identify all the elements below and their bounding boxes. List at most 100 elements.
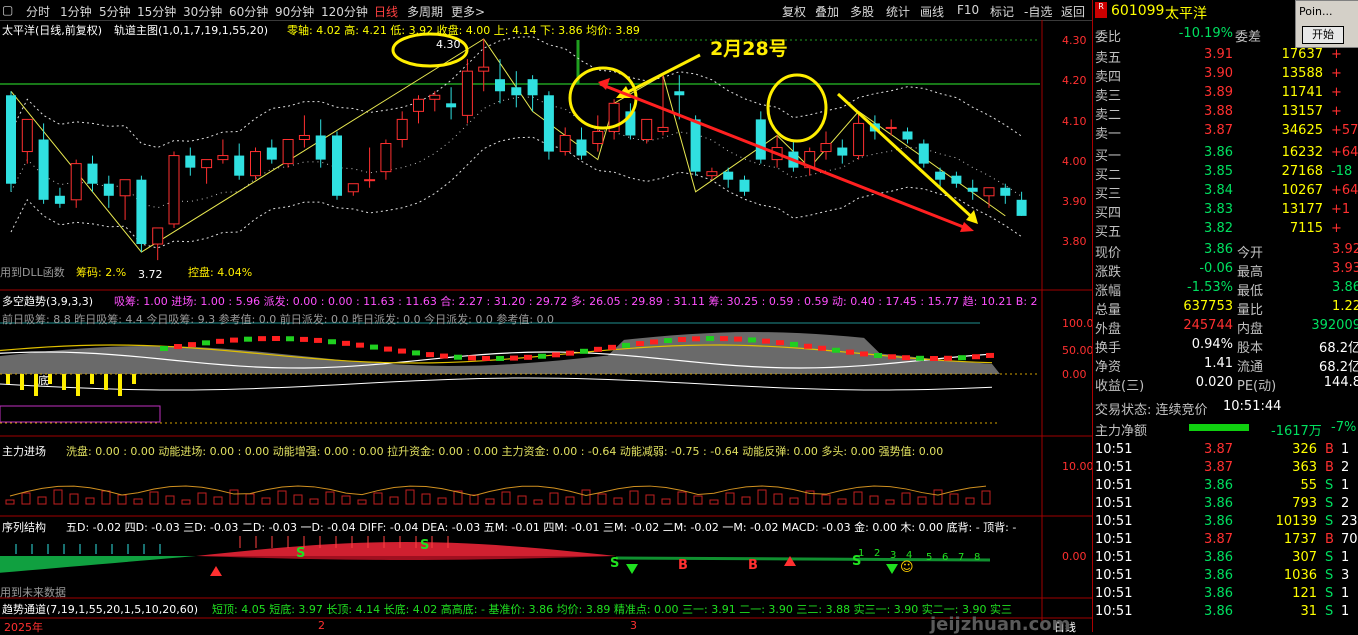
period-30min[interactable]: 30分钟 (183, 3, 222, 20)
back-button[interactable]: 返回 (1061, 3, 1085, 20)
candle-body (185, 155, 196, 168)
stat-value2: 68.2亿 (1319, 341, 1358, 356)
candle-body (723, 171, 734, 180)
trend-block (888, 354, 896, 360)
signal-b-1: B (678, 558, 688, 573)
fuquan-button[interactable]: 复权 (782, 3, 806, 20)
period-daily[interactable]: 日线 (374, 3, 398, 20)
ask-volume: 13588 (1281, 66, 1323, 81)
stat-key: 净资 (1095, 360, 1122, 375)
p3-bar (373, 492, 383, 505)
f10-button[interactable]: F10 (957, 3, 979, 17)
ask-price: 3.88 (1204, 104, 1233, 119)
bid-change: +64 (1331, 145, 1358, 160)
net-flow-row: 主力净额 -1617万 -7% (1095, 420, 1357, 439)
trend-block (258, 336, 266, 342)
quote-panel: R 601099 太平洋 委比 -10.19% 委差 交易状态: 连续竞价 10… (1092, 0, 1358, 632)
bid-price: 3.84 (1204, 183, 1233, 198)
tick-price: 3.86 (1204, 478, 1233, 493)
p3-bar (85, 497, 95, 505)
count-2: 2 (874, 548, 881, 559)
recent-circle (766, 73, 828, 143)
sequence-structure-panel (0, 536, 991, 576)
up-arrow-1 (210, 566, 222, 576)
point-popup: Poin... 开始 (1295, 0, 1358, 48)
candle-body (1016, 199, 1027, 216)
candle-body (527, 79, 538, 96)
panel3-title[interactable]: 主力进场 (2, 443, 46, 459)
stat-value2: 3.93 (1332, 261, 1358, 276)
ask-price: 3.89 (1204, 85, 1233, 100)
tick-count: 1 (1341, 550, 1350, 565)
trend-block (748, 337, 756, 343)
bid-row: 买五 3.82 7115 + (1095, 221, 1357, 240)
tick-price: 3.87 (1204, 442, 1233, 457)
period-more[interactable]: 更多> (451, 3, 485, 20)
trend-block (342, 340, 350, 346)
stat-row: 净资 1.41 流通 68.2亿 (1095, 356, 1358, 375)
trend-block (202, 340, 210, 346)
panel2-title[interactable]: 多空趋势(3,9,3,3) (2, 293, 93, 309)
period-90min[interactable]: 90分钟 (275, 3, 314, 20)
bid-change: +1 (1331, 202, 1351, 217)
trend-block (216, 338, 224, 344)
tick-side: B (1325, 442, 1334, 457)
period-60min[interactable]: 60分钟 (229, 3, 268, 20)
p3-bar (965, 497, 975, 505)
stat-key2: 流通 (1237, 360, 1264, 375)
period-5min[interactable]: 5分钟 (99, 3, 131, 20)
multi-stock-button[interactable]: 多股 (850, 3, 874, 20)
indicator-name[interactable]: 轨道主图(1,0,1,7,19,1,55,20) (114, 22, 268, 38)
period-15min[interactable]: 15分钟 (137, 3, 176, 20)
candle-body (446, 103, 457, 108)
trend-block (692, 336, 700, 342)
draw-button[interactable]: 画线 (920, 3, 944, 20)
start-button[interactable]: 开始 (1302, 26, 1344, 44)
p3-bar (309, 498, 319, 505)
panel5-title[interactable]: 趋势通道(7,19,1,55,20,1,5,10,20,60) (2, 601, 198, 617)
candle-body (902, 131, 913, 140)
overlay-button[interactable]: 叠加 (815, 3, 839, 20)
p3-bar (277, 490, 287, 505)
toolbar-square-icon[interactable]: ▢ (2, 3, 13, 17)
chart-area[interactable]: 太平洋(日线,前复权) 轨道主图(1,0,1,7,19,1,55,20) 零轴:… (0, 20, 1094, 635)
panel4-title[interactable]: 序列结构 (2, 519, 46, 535)
candle-body (559, 134, 571, 153)
candle-body (168, 155, 180, 225)
tick-side: S (1325, 604, 1334, 619)
period-fenshi[interactable]: 分时 (26, 3, 50, 20)
period-120min[interactable]: 120分钟 (321, 3, 368, 20)
trend-block (244, 336, 252, 342)
stat-value: -0.06 (1199, 261, 1233, 276)
ask-level: 卖二 (1095, 108, 1122, 123)
tick-count: 1 (1341, 604, 1350, 619)
candle-body (592, 130, 604, 145)
p2-bar (118, 374, 122, 396)
ask-level: 卖五 (1095, 51, 1122, 66)
bid-volume: 16232 (1281, 145, 1323, 160)
p3-line (9, 485, 987, 497)
p3-bar (197, 492, 207, 505)
tick-row: 10:51 3.87 363 B 2 (1095, 460, 1357, 478)
candle-body (706, 171, 718, 177)
p3-bar (357, 499, 367, 505)
stat-key2: PE(动) (1237, 379, 1277, 394)
period-multi[interactable]: 多周期 (407, 3, 443, 20)
period-1min[interactable]: 1分钟 (60, 3, 92, 20)
bid-volume: 27168 (1281, 164, 1323, 179)
trend-block (860, 351, 868, 357)
ask-change: + (1331, 66, 1342, 81)
bid-level: 买五 (1095, 225, 1122, 240)
trend-block (916, 355, 924, 361)
trend-block (622, 342, 630, 348)
panel5-values: 短顶: 4.05 短底: 3.97 长顶: 4.14 长底: 4.02 高高底:… (212, 603, 1012, 616)
stats-button[interactable]: 统计 (886, 3, 910, 20)
mark-button[interactable]: 标记 (990, 3, 1014, 20)
tick-price: 3.87 (1204, 460, 1233, 475)
stat-value2: 144.8 (1323, 375, 1358, 390)
add-favorite-button[interactable]: -自选 (1024, 3, 1052, 20)
trend-block (314, 337, 322, 343)
signal-s-3: S (610, 556, 620, 571)
trend-block (804, 343, 812, 349)
date-annotation: 2月28号 (710, 38, 788, 60)
